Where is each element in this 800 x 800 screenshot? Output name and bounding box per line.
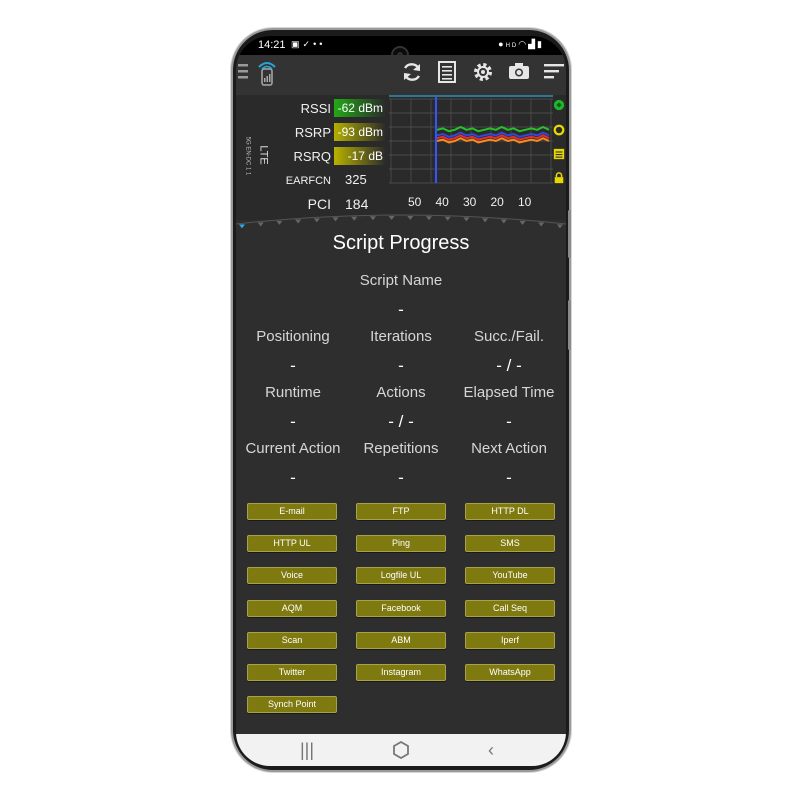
home-icon[interactable] — [392, 741, 410, 759]
x-tick-label: 30 — [463, 195, 477, 209]
action-button-synch-point[interactable]: Synch Point — [247, 696, 337, 714]
panel-arc-divider — [236, 214, 566, 232]
rsrq-label: RSRQ — [293, 149, 331, 164]
app-toolbar — [236, 55, 566, 95]
list-icon[interactable] — [434, 61, 460, 87]
script-name-value: - — [398, 300, 404, 319]
record-status-icon[interactable] — [553, 123, 565, 137]
current-action-value: - — [290, 468, 296, 487]
signal-graph — [389, 95, 553, 184]
phone-screen: 14:21 ▣✓•• ●HD◠▟▮ LTE 5G EN-DC 1 1 RSSI … — [236, 36, 566, 766]
succ-fail-label: Succ./Fail. — [473, 328, 545, 345]
iterations-label: Iterations — [370, 328, 432, 345]
check-icon: ✓ — [302, 39, 314, 49]
actions-value: - / - — [388, 412, 414, 431]
refresh-icon[interactable] — [399, 61, 425, 87]
status-time: 14:21 — [258, 39, 286, 51]
action-button-http-ul[interactable]: HTTP UL — [247, 535, 337, 553]
pci-label: PCI — [307, 196, 331, 212]
graph-series — [436, 125, 550, 144]
sort-icon[interactable] — [541, 61, 566, 87]
elapsed-time-value: - — [506, 412, 512, 431]
series-line-0 — [436, 125, 550, 133]
lock-icon[interactable] — [553, 171, 565, 185]
back-icon[interactable]: ‹ — [488, 740, 494, 760]
action-button-http-dl[interactable]: HTTP DL — [465, 503, 555, 520]
technology-sublabel: 5G EN-DC 1 1 — [244, 136, 251, 176]
action-button-scan[interactable]: Scan — [247, 631, 337, 649]
recent-apps-icon[interactable]: ||| — [300, 740, 314, 760]
status-left-icons: ▣✓•• — [291, 39, 325, 50]
network-info-panel: LTE 5G EN-DC 1 1 RSSI -62 dBm RSRP -93 d… — [236, 95, 566, 220]
iterations-value: - — [398, 356, 404, 375]
current-action-label: Current Action — [245, 440, 341, 457]
technology-label: LTE — [257, 145, 270, 165]
gallery-icon: ▣ — [291, 39, 303, 49]
settings-icon[interactable] — [470, 61, 496, 87]
technology-indicator: LTE 5G EN-DC 1 1 — [240, 135, 272, 185]
rssi-label: RSSI — [300, 101, 331, 116]
earfcn-value: 325 — [345, 172, 367, 187]
action-button-twitter[interactable]: Twitter — [247, 664, 337, 681]
rsrp-label: RSRP — [294, 125, 331, 140]
action-button-ftp[interactable]: FTP — [356, 503, 446, 520]
actions-label: Actions — [376, 384, 426, 401]
repetitions-label: Repetitions — [363, 440, 439, 457]
succ-fail-value: - / - — [496, 356, 522, 375]
battery-icon: ▮ — [537, 39, 544, 49]
action-button-aqm[interactable]: AQM — [247, 599, 337, 617]
app-logo-icon[interactable] — [254, 59, 280, 86]
dot-icon: • — [319, 39, 326, 49]
action-button-iperf[interactable]: Iperf — [465, 631, 555, 649]
action-button-whatsapp[interactable]: WhatsApp — [465, 664, 555, 681]
location-icon: ● — [498, 39, 506, 49]
action-button-ping[interactable]: Ping — [356, 535, 446, 553]
action-button-facebook[interactable]: Facebook — [356, 599, 446, 617]
wifi-icon: ◠ — [518, 39, 529, 49]
system-nav-bar: ||| ‹ — [236, 734, 566, 766]
next-action-label: Next Action — [471, 440, 547, 457]
action-button-sms[interactable]: SMS — [465, 535, 555, 553]
hd-icon: HD — [505, 43, 519, 49]
action-button-voice[interactable]: Voice — [247, 567, 337, 585]
x-tick-label: 50 — [408, 195, 422, 209]
x-tick-label: 10 — [518, 195, 532, 209]
action-button-call-seq[interactable]: Call Seq — [465, 599, 555, 617]
status-right-icons: ●HD◠▟▮ — [498, 39, 544, 50]
x-tick-label: 20 — [490, 195, 504, 209]
action-button-e-mail[interactable]: E-mail — [247, 503, 337, 520]
signal-icon: ▟ — [528, 39, 538, 49]
action-button-youtube[interactable]: YouTube — [465, 567, 555, 585]
action-button-logfile-ul[interactable]: Logfile UL — [356, 567, 446, 585]
runtime-label: Runtime — [265, 384, 321, 401]
camera-icon[interactable] — [506, 61, 532, 87]
volume-button — [568, 210, 571, 258]
pci-value: 184 — [345, 196, 369, 212]
runtime-value: - — [290, 412, 296, 431]
positioning-value: - — [290, 356, 296, 375]
next-action-value: - — [506, 468, 512, 487]
rssi-value: -62 dBm — [334, 99, 386, 117]
x-tick-label: 40 — [435, 195, 449, 209]
positioning-label: Positioning — [256, 328, 330, 345]
repetitions-value: - — [398, 468, 404, 487]
action-button-abm[interactable]: ABM — [356, 631, 446, 649]
gps-status-icon[interactable] — [553, 98, 565, 112]
page-title: Script Progress — [332, 232, 470, 254]
rsrp-value: -93 dBm — [334, 123, 386, 141]
action-button-instagram[interactable]: Instagram — [356, 664, 446, 681]
power-button — [568, 300, 571, 350]
rsrq-value: -17 dB — [334, 147, 386, 165]
elapsed-time-label: Elapsed Time — [463, 384, 555, 401]
log-status-icon[interactable] — [553, 147, 565, 161]
script-name-label: Script Name — [359, 272, 443, 289]
earfcn-label: EARFCN — [285, 175, 331, 187]
